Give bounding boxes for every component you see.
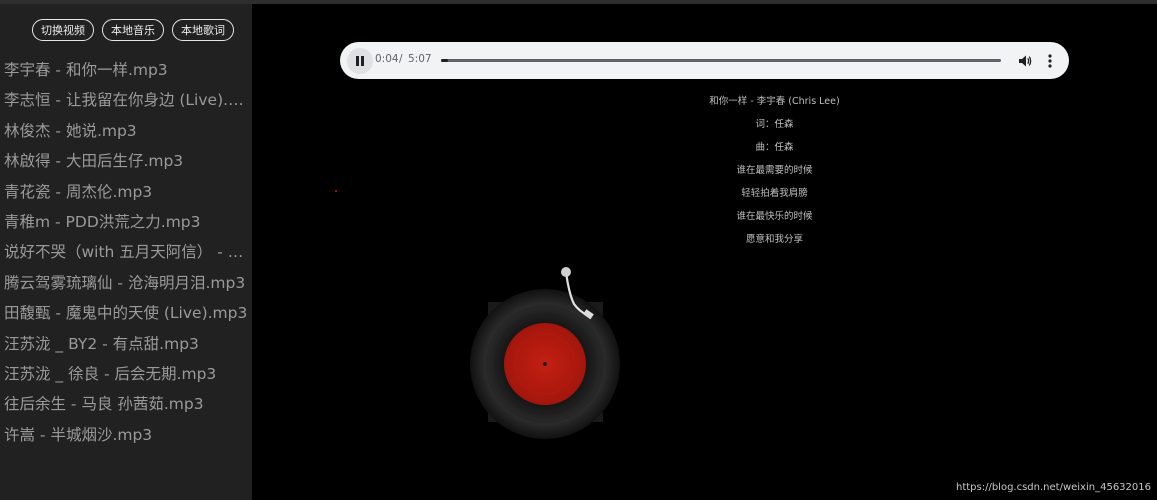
seek-bar[interactable] — [441, 59, 1001, 62]
lyric-line: 轻轻拍着我肩膀 — [741, 188, 808, 199]
volume-icon[interactable] — [1018, 54, 1032, 68]
playlist-item[interactable]: 汪苏泷 _ 徐良 - 后会无期.mp3 — [4, 359, 248, 389]
playlist-item[interactable]: 青稚m - PDD洪荒之力.mp3 — [4, 207, 248, 237]
sidebar: 切换视频 本地音乐 本地歌词 李宇春 - 和你一样.mp3 李志恒 - 让我留在… — [0, 4, 252, 500]
current-time: 0:04 — [375, 53, 399, 65]
lyric-line: 和你一样 - 李宇春 (Chris Lee) — [709, 96, 840, 107]
tonearm-pivot — [561, 267, 571, 277]
pause-button[interactable] — [347, 48, 373, 74]
main-area: 0:04 / 5:07 和你一样 - 李宇春 (Chris Lee) 词：任森 … — [252, 4, 1157, 500]
local-lyrics-button[interactable]: 本地歌词 — [172, 19, 234, 41]
playlist-item[interactable]: 说好不哭（with 五月天阿信） - 周杰伦.mp3 — [4, 237, 248, 267]
local-music-button[interactable]: 本地音乐 — [102, 19, 164, 41]
seek-bar-fill — [441, 59, 449, 62]
lyric-line: 谁在最需要的时候 — [736, 165, 813, 176]
playlist-item[interactable]: 青花瓷 - 周杰伦.mp3 — [4, 177, 248, 207]
playlist-item[interactable]: 许嵩 - 半城烟沙.mp3 — [4, 420, 248, 450]
more-vert-icon[interactable] — [1043, 53, 1057, 69]
playlist-item[interactable]: 往后余生 - 马良 孙茜茹.mp3 — [4, 389, 248, 419]
lyric-line: 谁在最快乐的时候 — [736, 211, 813, 222]
marker-dot — [335, 190, 337, 192]
lyric-line: 曲：任森 — [755, 142, 794, 153]
vinyl-record-turntable — [470, 267, 620, 439]
switch-video-button[interactable]: 切换视频 — [32, 19, 94, 41]
watermark: https://blog.csdn.net/weixin_45632016 — [955, 482, 1151, 493]
spindle — [543, 362, 547, 366]
playlist-item[interactable]: 田馥甄 - 魔鬼中的天使 (Live).mp3 — [4, 298, 248, 328]
playlist-item[interactable]: 李宇春 - 和你一样.mp3 — [4, 55, 248, 85]
header-button-row: 切换视频 本地音乐 本地歌词 — [32, 19, 234, 41]
playlist-item[interactable]: 腾云驾雾琉璃仙 - 沧海明月泪.mp3 — [4, 268, 248, 298]
time-separator: / — [399, 53, 403, 65]
playlist-item[interactable]: 林俊杰 - 她说.mp3 — [4, 116, 248, 146]
lyric-line: 愿意和我分享 — [745, 234, 803, 245]
playlist: 李宇春 - 和你一样.mp3 李志恒 - 让我留在你身边 (Live).mp3 … — [4, 55, 248, 450]
playlist-item[interactable]: 林啟得 - 大田后生仔.mp3 — [4, 146, 248, 176]
lyric-line: 词：任森 — [755, 119, 794, 130]
audio-player: 0:04 / 5:07 — [340, 42, 1069, 79]
playlist-item[interactable]: 李志恒 - 让我留在你身边 (Live).mp3 — [4, 85, 248, 115]
playlist-item[interactable]: 汪苏泷 _ BY2 - 有点甜.mp3 — [4, 329, 248, 359]
duration: 5:07 — [408, 53, 432, 65]
lyrics-panel: 和你一样 - 李宇春 (Chris Lee) 词：任森 曲：任森 谁在最需要的时… — [672, 96, 877, 257]
